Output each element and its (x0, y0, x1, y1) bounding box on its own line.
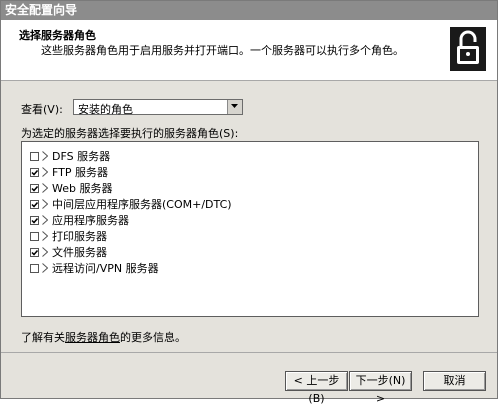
check-icon (31, 201, 38, 208)
role-checkbox[interactable] (30, 151, 39, 161)
role-checkbox[interactable] (30, 231, 39, 241)
expand-arrow-icon[interactable] (42, 199, 48, 209)
expand-arrow-icon[interactable] (42, 183, 48, 193)
role-checkbox[interactable] (30, 167, 39, 177)
check-icon (31, 169, 38, 176)
role-label: 打印服务器 (52, 230, 107, 243)
wizard-body: 查看(V): 安装的角色 为选定的服务器选择要执行的服务器角色(S): DFS … (1, 81, 497, 353)
role-list-item[interactable]: DFS 服务器 (30, 148, 110, 164)
role-checkbox[interactable] (30, 215, 39, 225)
role-label: FTP 服务器 (52, 166, 108, 179)
role-checkbox[interactable] (30, 247, 39, 257)
expand-arrow-icon[interactable] (42, 231, 48, 241)
dropdown-button[interactable] (227, 100, 242, 114)
more-info-suffix: 的更多信息。 (120, 331, 186, 344)
padlock-icon (450, 27, 486, 71)
view-dropdown-value: 安装的角色 (78, 103, 133, 116)
check-icon (31, 185, 38, 192)
expand-arrow-icon[interactable] (42, 247, 48, 257)
role-list-item[interactable]: 中间层应用程序服务器(COM+/DTC) (30, 196, 232, 212)
role-checkbox[interactable] (30, 199, 39, 209)
expand-arrow-icon[interactable] (42, 215, 48, 225)
role-list-item[interactable]: 应用程序服务器 (30, 212, 129, 228)
role-list-item[interactable]: 打印服务器 (30, 228, 107, 244)
role-list-item[interactable]: 远程访问/VPN 服务器 (30, 260, 159, 276)
page-subtitle: 这些服务器角色用于启用服务并打开端口。一个服务器可以执行多个角色。 (41, 44, 404, 57)
role-label: 远程访问/VPN 服务器 (52, 262, 159, 275)
roles-listbox[interactable]: DFS 服务器 FTP 服务器 Web 服务器中间层应用程序服务器(COM+/DTC… (21, 141, 479, 317)
roles-list-label: 为选定的服务器选择要执行的服务器角色(S): (21, 127, 239, 140)
expand-arrow-icon[interactable] (42, 167, 48, 177)
role-label: 文件服务器 (52, 246, 107, 259)
more-info-prefix: 了解有关 (21, 331, 65, 344)
role-list-item[interactable]: Web 服务器 (30, 180, 112, 196)
check-icon (31, 249, 38, 256)
wizard-header: 选择服务器角色 这些服务器角色用于启用服务并打开端口。一个服务器可以执行多个角色… (1, 20, 497, 81)
back-button[interactable]: < 上一步(B) (285, 371, 348, 405)
role-label: DFS 服务器 (52, 150, 111, 163)
wizard-window: 安全配置向导 选择服务器角色 这些服务器角色用于启用服务并打开端口。一个服务器可… (0, 0, 498, 405)
page-title: 选择服务器角色 (19, 29, 96, 42)
role-label: 中间层应用程序服务器(COM+/DTC) (52, 198, 232, 211)
cancel-button[interactable]: 取消 (423, 371, 486, 391)
next-button[interactable]: 下一步(N) > (349, 371, 412, 405)
role-checkbox[interactable] (30, 183, 39, 193)
role-label: 应用程序服务器 (52, 214, 129, 227)
window-title: 安全配置向导 (5, 3, 78, 17)
view-label: 查看(V): (21, 103, 63, 116)
role-list-item[interactable]: 文件服务器 (30, 244, 107, 260)
role-list-item[interactable]: FTP 服务器 (30, 164, 108, 180)
view-dropdown[interactable]: 安装的角色 (73, 99, 243, 116)
more-info-text: 了解有关服务器角色的更多信息。 (21, 329, 186, 345)
server-roles-link[interactable]: 服务器角色 (65, 331, 120, 344)
role-label: Web 服务器 (52, 182, 113, 195)
title-bar: 安全配置向导 (1, 1, 497, 20)
role-checkbox[interactable] (30, 263, 39, 273)
expand-arrow-icon[interactable] (42, 263, 48, 273)
expand-arrow-icon[interactable] (42, 151, 48, 161)
check-icon (31, 217, 38, 224)
chevron-down-icon (231, 104, 238, 108)
